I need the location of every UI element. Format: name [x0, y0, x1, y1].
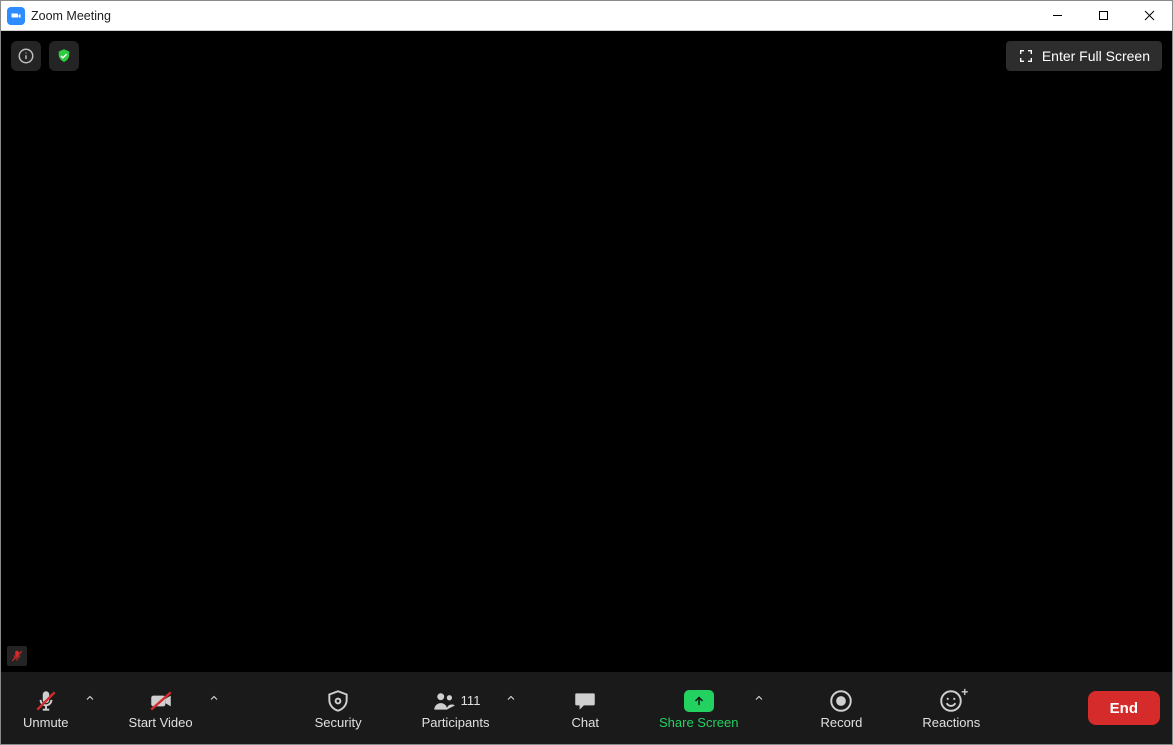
video-options-caret[interactable]: [203, 678, 225, 738]
end-meeting-button[interactable]: End: [1088, 691, 1160, 725]
window-controls: [1034, 1, 1172, 30]
audio-group: Unmute: [13, 678, 101, 738]
participants-group: 111 Participants: [412, 678, 522, 738]
security-button[interactable]: Security: [305, 678, 372, 738]
participants-options-caret[interactable]: [500, 678, 522, 738]
titlebar: Zoom Meeting: [1, 1, 1172, 31]
meeting-info-button[interactable]: [11, 41, 41, 71]
maximize-button[interactable]: [1080, 1, 1126, 30]
plus-icon: +: [961, 685, 968, 699]
reactions-button[interactable]: + Reactions: [912, 678, 990, 738]
start-video-button[interactable]: Start Video: [119, 678, 203, 738]
chevron-up-icon: [753, 692, 765, 704]
shield-icon: [325, 687, 351, 715]
video-group: Start Video: [119, 678, 225, 738]
end-label: End: [1110, 700, 1138, 717]
camera-off-icon: [148, 687, 174, 715]
participants-button[interactable]: 111 Participants: [412, 678, 500, 738]
minimize-button[interactable]: [1034, 1, 1080, 30]
share-screen-button[interactable]: Share Screen: [649, 678, 749, 738]
participants-label: Participants: [422, 715, 490, 730]
chevron-up-icon: [84, 692, 96, 704]
share-options-caret[interactable]: [748, 678, 770, 738]
fullscreen-icon: [1018, 48, 1034, 64]
reactions-icon: +: [938, 687, 964, 715]
security-label: Security: [315, 715, 362, 730]
app-window: Zoom Meeting: [0, 0, 1173, 745]
chat-icon: [572, 687, 598, 715]
window-title: Zoom Meeting: [31, 9, 111, 23]
chat-button[interactable]: Chat: [562, 678, 609, 738]
enter-fullscreen-button[interactable]: Enter Full Screen: [1006, 41, 1162, 71]
unmute-label: Unmute: [23, 715, 69, 730]
reactions-label: Reactions: [922, 715, 980, 730]
chevron-up-icon: [208, 692, 220, 704]
titlebar-left: Zoom Meeting: [1, 7, 111, 25]
video-area: Enter Full Screen: [1, 31, 1172, 672]
participants-icon: 111: [431, 687, 481, 715]
meeting-toolbar: Unmute Start Video: [1, 672, 1172, 744]
chat-label: Chat: [572, 715, 599, 730]
share-group: Share Screen: [649, 678, 771, 738]
chevron-up-icon: [505, 692, 517, 704]
enter-fullscreen-label: Enter Full Screen: [1042, 48, 1150, 64]
encryption-shield-icon[interactable]: [49, 41, 79, 71]
participants-count: 111: [461, 693, 481, 708]
share-screen-label: Share Screen: [659, 715, 739, 730]
audio-options-caret[interactable]: [79, 678, 101, 738]
microphone-muted-icon: [33, 687, 59, 715]
share-screen-icon: [684, 690, 714, 712]
zoom-app-icon: [7, 7, 25, 25]
record-button[interactable]: Record: [810, 678, 872, 738]
record-label: Record: [820, 715, 862, 730]
close-button[interactable]: [1126, 1, 1172, 30]
unmute-button[interactable]: Unmute: [13, 678, 79, 738]
record-icon: [828, 687, 854, 715]
start-video-label: Start Video: [129, 715, 193, 730]
top-left-badges: [11, 41, 79, 71]
self-muted-indicator: [7, 646, 27, 666]
